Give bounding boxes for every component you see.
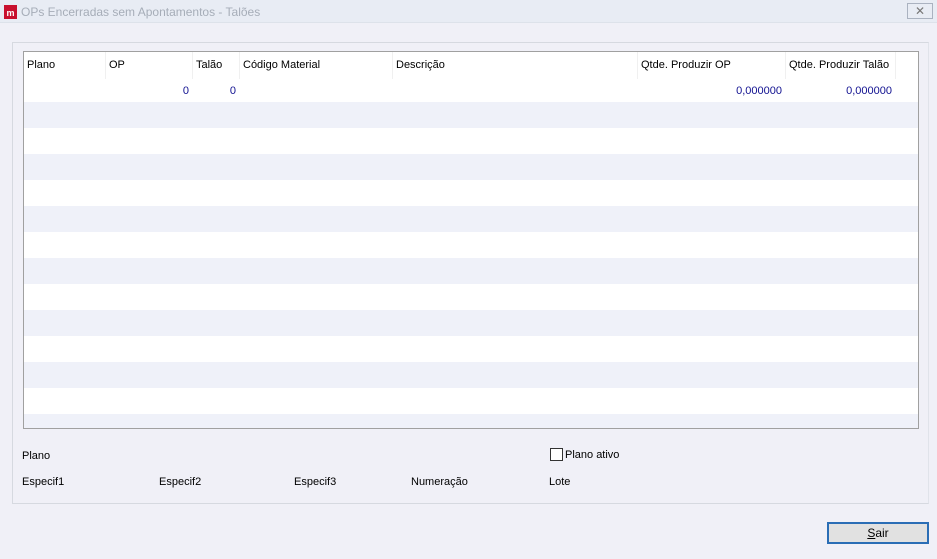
empty-row <box>24 154 918 180</box>
title-bar: m OPs Encerradas sem Apontamentos - Talõ… <box>0 0 937 23</box>
empty-row <box>24 310 918 336</box>
column-header-codigo-material[interactable]: Código Material <box>240 52 393 79</box>
empty-row <box>24 362 918 388</box>
column-header-qtde-op[interactable]: Qtde. Produzir OP <box>638 52 786 79</box>
empty-row <box>24 388 918 414</box>
empty-row <box>24 206 918 232</box>
numeracao-label: Numeração <box>411 476 468 488</box>
especif2-label: Especif2 <box>159 476 202 488</box>
cell-talao: 0 <box>229 85 236 97</box>
window-title: OPs Encerradas sem Apontamentos - Talões <box>21 5 261 19</box>
especif3-label: Especif3 <box>294 476 337 488</box>
plano-ativo-checkbox[interactable] <box>550 448 563 461</box>
grid-header: Plano OP Talão Código Material Descrição… <box>24 52 918 79</box>
cell-qtde-talao: 0,000000 <box>846 85 892 97</box>
empty-row <box>24 102 918 128</box>
cell-descricao <box>393 78 638 104</box>
column-header-qtde-talao[interactable]: Qtde. Produzir Talão <box>786 52 896 79</box>
plano-label: Plano <box>22 450 51 462</box>
plano-ativo-label[interactable]: Plano ativo <box>565 449 619 461</box>
column-header-descricao[interactable]: Descrição <box>393 52 638 79</box>
table-row[interactable]: 0 0 0,000000 0,000000 <box>24 78 918 104</box>
empty-row <box>24 336 918 362</box>
column-header-op[interactable]: OP <box>106 52 193 79</box>
cell-plano <box>24 78 106 104</box>
empty-row <box>24 258 918 284</box>
close-button[interactable]: ✕ <box>907 3 933 19</box>
empty-row <box>24 128 918 154</box>
especif1-label: Especif1 <box>22 476 65 488</box>
lote-label: Lote <box>549 476 571 488</box>
cell-op: 0 <box>182 85 189 97</box>
empty-row <box>24 284 918 310</box>
sair-label: air <box>875 526 889 540</box>
cell-qtde-op: 0,000000 <box>736 85 782 97</box>
empty-row <box>24 232 918 258</box>
sair-button[interactable]: Sair <box>827 522 929 544</box>
empty-row <box>24 414 918 428</box>
app-logo-icon: m <box>4 5 17 19</box>
data-grid[interactable]: Plano OP Talão Código Material Descrição… <box>23 51 919 429</box>
cell-codigo-material <box>240 78 393 104</box>
column-header-talao[interactable]: Talão <box>193 52 240 79</box>
column-header-plano[interactable]: Plano <box>24 52 106 79</box>
empty-row <box>24 180 918 206</box>
